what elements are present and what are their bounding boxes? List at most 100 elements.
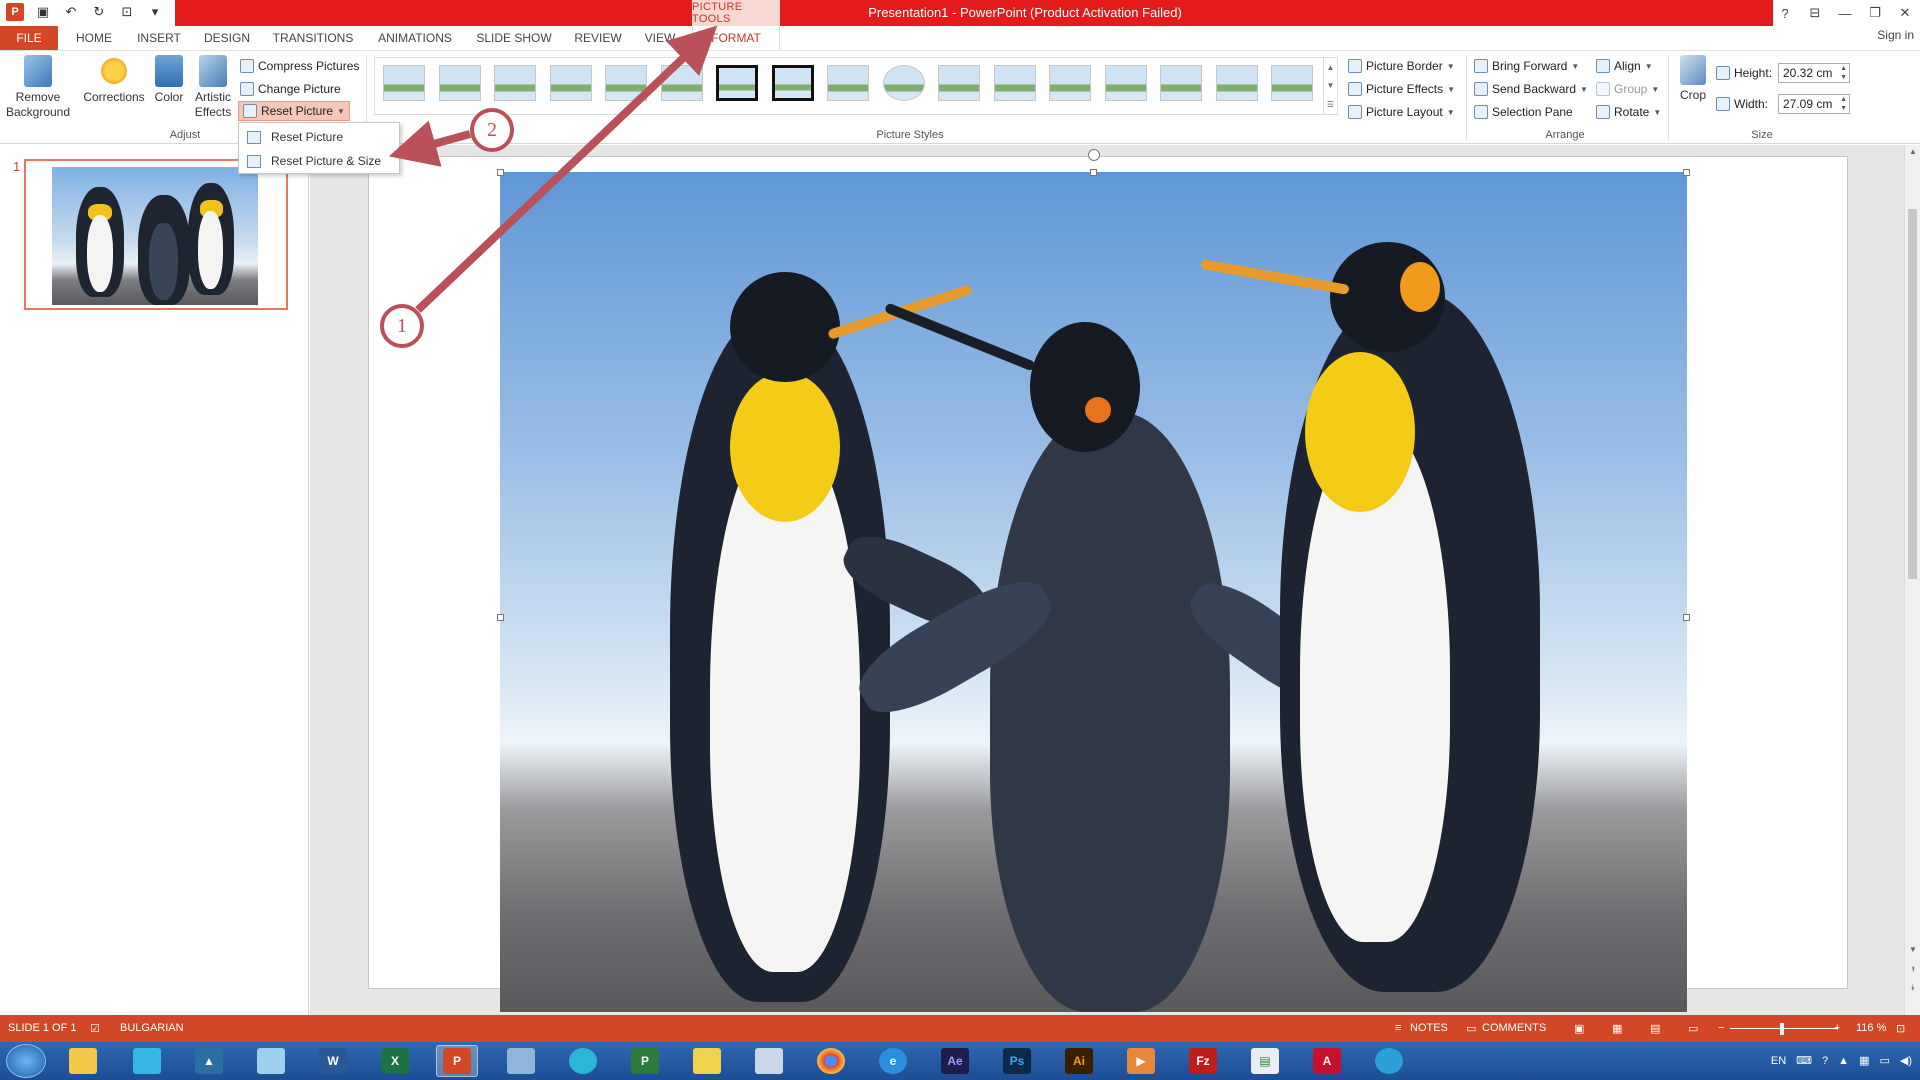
tab-review[interactable]: REVIEW	[570, 26, 626, 50]
picture-layout-button[interactable]: Picture Layout ▼	[1348, 102, 1455, 122]
taskbar-recycle[interactable]	[126, 1045, 168, 1077]
taskbar-project[interactable]: P	[624, 1045, 666, 1077]
chevron-down-icon[interactable]: ▼	[1447, 108, 1455, 117]
language-indicator[interactable]: BULGARIAN	[120, 1022, 184, 1034]
slide-sorter-icon[interactable]: ▦	[1612, 1022, 1622, 1035]
scroll-down-icon[interactable]: ▼	[1905, 945, 1920, 954]
network-icon[interactable]: ▦	[1859, 1054, 1869, 1067]
spell-check-icon[interactable]: ☑	[90, 1022, 100, 1035]
picture-style-thumbnail[interactable]	[716, 65, 758, 101]
rotate-button[interactable]: Rotate ▼	[1596, 102, 1661, 122]
crop-button[interactable]: Crop	[1672, 55, 1714, 103]
artistic-effects-button[interactable]: Artistic Effects	[190, 55, 236, 120]
comments-icon[interactable]: ▭	[1466, 1022, 1476, 1035]
chevron-down-icon[interactable]: ▼	[1645, 62, 1653, 71]
tab-animations[interactable]: ANIMATIONS	[370, 26, 460, 50]
gallery-up-icon[interactable]: ▲	[1327, 63, 1335, 72]
taskbar-filezilla[interactable]: Fz	[1182, 1045, 1224, 1077]
chevron-down-icon[interactable]: ▼	[1571, 62, 1579, 71]
taskbar-paint[interactable]	[748, 1045, 790, 1077]
picture-style-thumbnail[interactable]	[1160, 65, 1202, 101]
picture-style-thumbnail[interactable]	[1049, 65, 1091, 101]
next-slide-icon[interactable]: ⯯	[1905, 983, 1920, 993]
close-icon[interactable]: ✕	[1890, 0, 1920, 26]
language-tray[interactable]: EN	[1771, 1055, 1786, 1067]
notes-button[interactable]: NOTES	[1410, 1022, 1448, 1034]
taskbar-powerpoint[interactable]: P	[436, 1045, 478, 1077]
tab-file[interactable]: FILE	[0, 26, 58, 50]
gallery-down-icon[interactable]: ▼	[1327, 81, 1335, 90]
taskbar-media[interactable]: ▶	[1120, 1045, 1162, 1077]
picture-style-thumbnail[interactable]	[1215, 65, 1258, 101]
scroll-thumb[interactable]	[1908, 209, 1917, 579]
picture-style-thumbnail[interactable]	[1271, 65, 1313, 101]
scroll-up-icon[interactable]: ▲	[1905, 147, 1920, 156]
taskbar-ie[interactable]: e	[872, 1045, 914, 1077]
group-button[interactable]: Group ▼	[1596, 79, 1659, 99]
tab-insert[interactable]: INSERT	[132, 26, 186, 50]
zoom-out-icon[interactable]: −	[1718, 1022, 1724, 1034]
taskbar-chat[interactable]	[1368, 1045, 1410, 1077]
picture-style-thumbnail[interactable]	[938, 65, 980, 101]
help-tray-icon[interactable]: ?	[1822, 1055, 1828, 1067]
reset-picture-button[interactable]: Reset Picture ▼	[238, 101, 350, 121]
previous-slide-icon[interactable]: ⯭	[1905, 965, 1920, 975]
volume-icon[interactable]: ◀)	[1900, 1054, 1912, 1067]
selection-pane-button[interactable]: Selection Pane	[1474, 102, 1573, 122]
gallery-scroll[interactable]: ▲ ▼ ☰	[1323, 58, 1337, 114]
chevron-down-icon[interactable]: ▼	[1653, 108, 1661, 117]
rotate-handle[interactable]	[1088, 149, 1100, 161]
vertical-scrollbar[interactable]: ▲ ▼ ⯭ ⯯	[1904, 145, 1920, 1015]
zoom-slider[interactable]	[1730, 1028, 1838, 1029]
resize-handle-left[interactable]	[497, 614, 504, 621]
taskbar-chrome[interactable]	[810, 1045, 852, 1077]
zoom-in-icon[interactable]: +	[1834, 1022, 1840, 1034]
resize-handle-top[interactable]	[1090, 169, 1097, 176]
picture-style-thumbnail[interactable]	[882, 65, 925, 101]
chevron-down-icon[interactable]: ▼	[1651, 85, 1659, 94]
tab-transitions[interactable]: TRANSITIONS	[270, 26, 356, 50]
tab-home[interactable]: HOME	[70, 26, 118, 50]
menu-item-reset-picture[interactable]: Reset Picture	[239, 125, 399, 149]
taskbar-excel[interactable]: X	[374, 1045, 416, 1077]
chevron-down-icon[interactable]: ▼	[1447, 62, 1455, 71]
resize-handle-top-left[interactable]	[497, 169, 504, 176]
picture-border-button[interactable]: Picture Border ▼	[1348, 56, 1455, 76]
zoom-slider-thumb[interactable]	[1780, 1023, 1784, 1035]
taskbar-after-effects[interactable]: Ae	[934, 1045, 976, 1077]
align-button[interactable]: Align ▼	[1596, 56, 1653, 76]
width-field[interactable]: 27.09 cm ▲ ▼	[1778, 94, 1850, 114]
slideshow-icon[interactable]: ▭	[1688, 1022, 1698, 1035]
compress-pictures-button[interactable]: Compress Pictures	[240, 56, 359, 76]
picture-effects-button[interactable]: Picture Effects ▼	[1348, 79, 1455, 99]
corrections-button[interactable]: Corrections	[80, 55, 148, 105]
comments-button[interactable]: COMMENTS	[1482, 1022, 1546, 1034]
chevron-down-icon[interactable]: ▼	[337, 107, 345, 116]
picture-style-thumbnail[interactable]	[1104, 65, 1147, 101]
sign-in-link[interactable]: Sign in	[1877, 26, 1914, 44]
taskbar-photoshop[interactable]: Ps	[996, 1045, 1038, 1077]
picture-style-thumbnail[interactable]	[383, 65, 425, 101]
taskbar-illustrator[interactable]: Ai	[1058, 1045, 1100, 1077]
penguins-picture[interactable]	[500, 172, 1687, 1012]
chevron-down-icon[interactable]: ▼	[1580, 85, 1588, 94]
taskbar-autocad[interactable]: ▲	[188, 1045, 230, 1077]
picture-style-thumbnail[interactable]	[993, 65, 1036, 101]
height-field[interactable]: 20.32 cm ▲ ▼	[1778, 63, 1850, 83]
resize-handle-right[interactable]	[1683, 614, 1690, 621]
taskbar-word[interactable]: W	[312, 1045, 354, 1077]
help-icon[interactable]: ?	[1770, 0, 1800, 26]
taskbar-acrobat[interactable]: A	[1306, 1045, 1348, 1077]
taskbar-arrows-app[interactable]	[562, 1045, 604, 1077]
spinner-arrows-icon[interactable]: ▲ ▼	[1840, 64, 1847, 82]
restore-icon[interactable]: ❐	[1860, 0, 1890, 26]
tab-slideshow[interactable]: SLIDE SHOW	[474, 26, 554, 50]
normal-view-icon[interactable]: ▣	[1574, 1022, 1584, 1035]
picture-style-thumbnail[interactable]	[438, 65, 481, 101]
taskbar-folder[interactable]	[686, 1045, 728, 1077]
resize-handle-top-right[interactable]	[1683, 169, 1690, 176]
change-picture-button[interactable]: Change Picture	[240, 79, 341, 99]
menu-item-reset-picture-size[interactable]: Reset Picture & Size	[239, 149, 399, 173]
picture-style-thumbnail[interactable]	[494, 65, 536, 101]
tab-view[interactable]: VIEW	[638, 26, 682, 50]
